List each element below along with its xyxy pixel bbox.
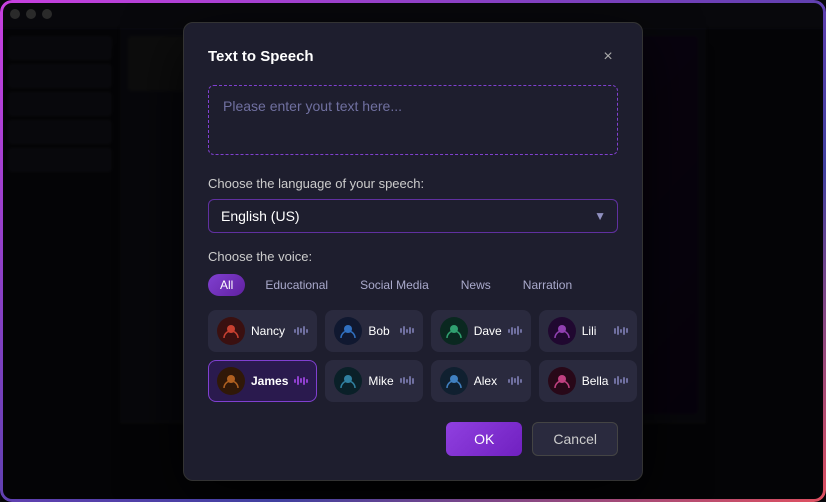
voice-grid: Nancy Bob (208, 310, 618, 402)
dialog-footer: OK Cancel (208, 422, 618, 456)
language-select[interactable]: English (US) English (UK) Spanish French… (208, 199, 618, 233)
voice-avatar-james (217, 367, 245, 395)
voice-card-dave[interactable]: Dave (431, 310, 531, 352)
text-to-speech-dialog: Text to Speech × Choose the language of … (183, 22, 643, 481)
wave-icon-james (294, 376, 308, 385)
voice-name-james: James (251, 374, 288, 388)
voice-label: Choose the voice: (208, 249, 618, 264)
wave-icon-lili (614, 326, 628, 335)
close-button[interactable]: × (598, 47, 618, 67)
voice-avatar-alex (440, 367, 468, 395)
voice-card-bella[interactable]: Bella (539, 360, 638, 402)
wave-icon-bob (400, 326, 414, 335)
ok-button[interactable]: OK (446, 422, 522, 456)
voice-name-nancy: Nancy (251, 324, 288, 338)
voice-card-nancy[interactable]: Nancy (208, 310, 317, 352)
dialog-title: Text to Speech (208, 48, 314, 65)
voice-name-bob: Bob (368, 324, 393, 338)
voice-avatar-dave (440, 317, 468, 345)
voice-avatar-mike (334, 367, 362, 395)
voice-card-james[interactable]: James (208, 360, 317, 402)
voice-card-lili[interactable]: Lili (539, 310, 638, 352)
filter-tab-narration[interactable]: Narration (511, 274, 584, 296)
voice-avatar-nancy (217, 317, 245, 345)
language-label: Choose the language of your speech: (208, 176, 618, 191)
wave-icon-nancy (294, 326, 308, 335)
voice-avatar-lili (548, 317, 576, 345)
wave-icon-bella (614, 376, 628, 385)
filter-tab-news[interactable]: News (449, 274, 503, 296)
voice-avatar-bella (548, 367, 576, 395)
wave-icon-dave (508, 326, 522, 335)
voice-name-dave: Dave (474, 324, 502, 338)
voice-name-mike: Mike (368, 374, 393, 388)
voice-card-mike[interactable]: Mike (325, 360, 422, 402)
filter-tab-social-media[interactable]: Social Media (348, 274, 441, 296)
filter-tabs: All Educational Social Media News Narrat… (208, 274, 618, 296)
language-select-wrapper: English (US) English (UK) Spanish French… (208, 199, 618, 233)
voice-name-lili: Lili (582, 324, 609, 338)
wave-icon-mike (400, 376, 414, 385)
voice-name-alex: Alex (474, 374, 502, 388)
voice-avatar-bob (334, 317, 362, 345)
filter-tab-all[interactable]: All (208, 274, 245, 296)
voice-card-alex[interactable]: Alex (431, 360, 531, 402)
voice-name-bella: Bella (582, 374, 609, 388)
dialog-header: Text to Speech × (208, 47, 618, 67)
text-input[interactable] (208, 85, 618, 155)
filter-tab-educational[interactable]: Educational (253, 274, 340, 296)
voice-card-bob[interactable]: Bob (325, 310, 422, 352)
wave-icon-alex (508, 376, 522, 385)
cancel-button[interactable]: Cancel (532, 422, 618, 456)
